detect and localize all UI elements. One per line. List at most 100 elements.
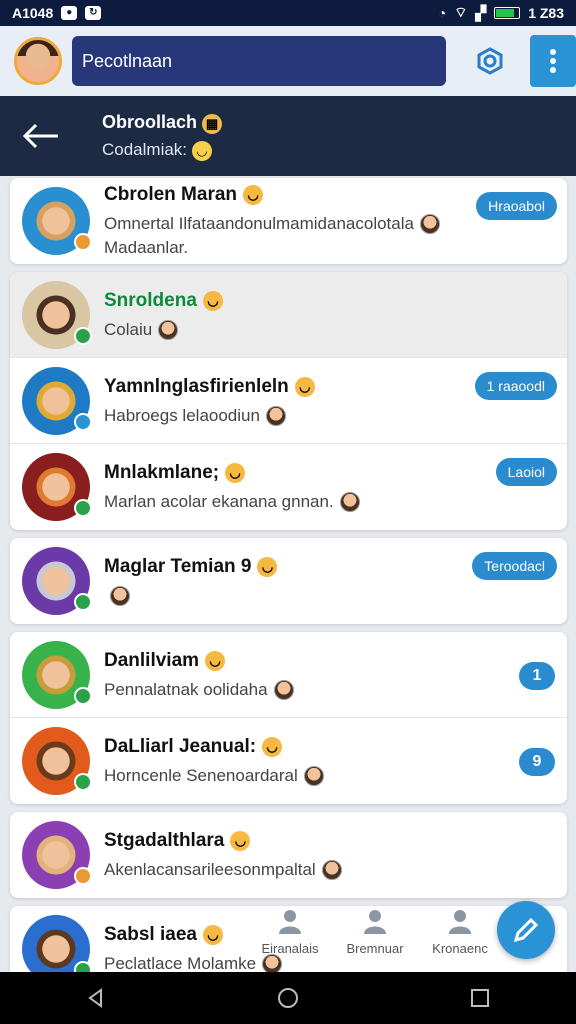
chat-texts: DaLliarl Jeanual: ◡ Horncenle Senenoardara… (104, 736, 474, 786)
back-arrow-icon (22, 123, 58, 149)
chat-preview-line: Pennalatnak oolidaha (104, 679, 474, 700)
chat-row[interactable]: Yamnlnglasfirienleln ◡ Habroegs lelaoodiun… (10, 358, 567, 444)
chat-group: Maglar Temian 9 ◡ Teroodacl (10, 538, 567, 624)
chat-name-line: Mnlakmlane; ◡ (104, 462, 474, 484)
chat-preview-line (104, 586, 474, 606)
chat-group: Danlilviam ◡ Pennalatnak oolidaha 1 DaLliarl… (10, 632, 567, 804)
chat-group: Snroldena ◡ Colaiu Yamnlnglasfirienleln ◡ Hab… (10, 272, 567, 530)
chat-row[interactable]: Cbrolen Maran ◡ Omnertal Ilfataandonulmami… (10, 178, 567, 264)
bottom-nav: Eiranalais Bremnuar Kronaenc (250, 896, 500, 966)
participant-avatar-icon (419, 214, 440, 234)
compose-icon (513, 917, 539, 943)
nav-back-icon[interactable] (85, 987, 107, 1009)
emoji-icon: ◡ (202, 290, 223, 311)
chat-preview: Marlan acolar ekanana gnnan. (104, 492, 334, 511)
emoji-icon: ◡ (230, 831, 251, 851)
header-title: Obroollach ▦ (102, 112, 223, 134)
presence-badge-icon (74, 412, 92, 431)
chat-row[interactable]: Maglar Temian 9 ◡ Teroodacl (10, 538, 567, 624)
chat-preview: Pennalatnak oolidaha (104, 679, 268, 699)
emoji-icon: ◡ (225, 463, 246, 483)
chat-preview-line: Akenlacansarileesonmpaltal (104, 860, 474, 880)
unread-badge[interactable]: 9 (519, 748, 555, 776)
nav-home-icon[interactable] (277, 987, 299, 1009)
compose-button[interactable] (497, 901, 555, 959)
profile-avatar[interactable] (14, 37, 62, 85)
presence-badge-icon (74, 773, 92, 791)
presence-badge-icon (74, 499, 92, 517)
avatar-container (22, 727, 92, 795)
participant-avatar-icon (273, 679, 294, 700)
presence-badge-icon (74, 233, 92, 251)
emoji-icon: ◡ (202, 925, 223, 945)
chat-row[interactable]: Snroldena ◡ Colaiu (10, 272, 567, 358)
scan-icon (477, 47, 503, 75)
emoji-icon: ◡ (257, 557, 278, 577)
nav-recents-icon[interactable] (469, 987, 491, 1009)
emoji-icon: ◡ (205, 650, 226, 671)
notification-icon: ● (61, 6, 78, 20)
presence-badge-icon (74, 867, 92, 885)
chat-preview-line: Habroegs lelaoodiun (104, 405, 474, 426)
bottom-nav-label: Kronaenc (432, 940, 488, 956)
chat-preview-line: Horncenle Senenoardaral (104, 766, 474, 786)
chat-row[interactable]: Danlilviam ◡ Pennalatnak oolidaha 1 (10, 632, 567, 718)
chat-preview: Habroegs lelaoodiun (104, 405, 260, 425)
chat-preview: Peclatlace Molamke (104, 954, 257, 973)
chat-name-line: Stgadalthlara ◡ (104, 830, 474, 852)
unread-badge[interactable]: 1 (519, 662, 555, 690)
unread-badge[interactable]: 1 raaoodl (474, 372, 557, 400)
participant-avatar-icon (158, 319, 179, 340)
chat-name: Sabsl iaea (104, 924, 197, 945)
search-input[interactable]: Pecotlnaan (72, 36, 446, 86)
chat-preview-line: Colaiu (104, 319, 474, 340)
participant-avatar-icon (339, 492, 360, 512)
chat-texts: Mnlakmlane; ◡ Marlan acolar ekanana gnnan. (104, 462, 474, 512)
chat-texts: Snroldena ◡ Colaiu (104, 290, 474, 340)
chat-name-line: Danlilviam ◡ (104, 650, 474, 672)
bottom-nav-item[interactable]: Bremnuar (335, 907, 415, 956)
chat-preview-line: Omnertal Ilfataandonulmamidanacolotala (104, 214, 474, 234)
chat-header: Obroollach ▦ Codalmiak: ◡ (0, 96, 576, 176)
bottom-nav-item[interactable]: Kronaenc (420, 907, 500, 956)
presence-badge-icon (74, 686, 92, 705)
scan-button[interactable] (470, 41, 510, 81)
unread-badge[interactable]: Teroodacl (472, 552, 557, 580)
avatar-container (22, 547, 92, 615)
chat-row[interactable]: DaLliarl Jeanual: ◡ Horncenle Senenoardara… (10, 718, 567, 804)
back-button[interactable] (0, 96, 84, 176)
gift-icon: ▦ (202, 113, 223, 134)
person-icon (279, 909, 301, 934)
chat-group: Stgadalthlara ◡ Akenlacansarileesonmpaltal (10, 812, 567, 898)
more-menu-button[interactable] (530, 35, 576, 87)
chat-texts: Yamnlnglasfirienleln ◡ Habroegs lelaoodiun (104, 376, 474, 426)
contacts-icon (449, 909, 471, 934)
chat-texts: Maglar Temian 9 ◡ (104, 556, 474, 606)
alarm-icon: ◔ (437, 5, 447, 21)
chat-row[interactable]: Stgadalthlara ◡ Akenlacansarileesonmpaltal (10, 812, 567, 898)
avatar-container (22, 453, 92, 521)
chat-name-line: Cbrolen Maran ◡ (104, 184, 474, 206)
chat-name: Mnlakmlane; (104, 462, 220, 483)
chat-row[interactable]: Mnlakmlane; ◡ Marlan acolar ekanana gnnan.… (10, 444, 567, 530)
status-right-text: 1 Z83 (528, 5, 564, 21)
header-subtitle: Codalmiak: ◡ (102, 140, 222, 161)
chat-preview-line: Marlan acolar ekanana gnnan. (104, 492, 474, 512)
chat-name: Maglar Temian 9 (104, 556, 252, 577)
chat-name-line: Snroldena ◡ (104, 290, 474, 312)
bottom-nav-item[interactable]: Eiranalais (250, 907, 330, 956)
presence-badge-icon (74, 326, 92, 345)
smile-emoji-icon: ◡ (191, 140, 212, 161)
bottom-nav-label: Bremnuar (346, 940, 404, 956)
unread-badge[interactable]: Laoiol (495, 458, 557, 486)
bottom-nav-label: Eiranalais (261, 940, 319, 956)
chat-texts: Danlilviam ◡ Pennalatnak oolidaha (104, 650, 474, 700)
chat-preview: Omnertal Ilfataandonulmamidanacolotala (104, 214, 414, 233)
avatar-container (22, 366, 92, 435)
chat-group: Cbrolen Maran ◡ Omnertal Ilfataandonulmami… (10, 178, 567, 264)
chat-name: Cbrolen Maran (104, 184, 238, 205)
presence-badge-icon (74, 593, 92, 611)
participant-avatar-icon (321, 860, 342, 880)
unread-badge[interactable]: Hraoabol (476, 192, 557, 220)
chat-name: Stgadalthlara (104, 830, 225, 851)
